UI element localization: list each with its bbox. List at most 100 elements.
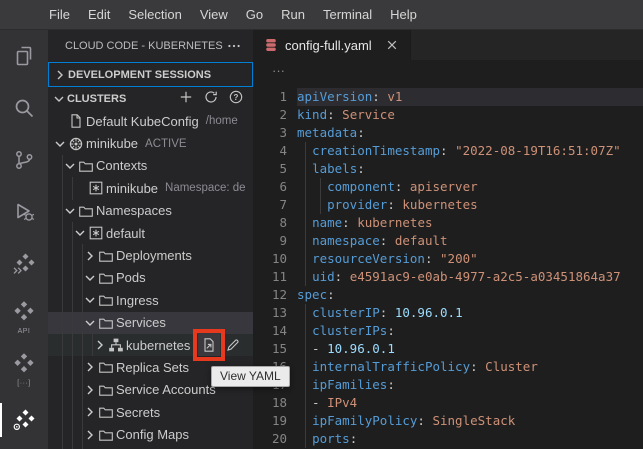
chevron-down-icon[interactable] [82, 315, 98, 331]
menu-view[interactable]: View [191, 0, 237, 29]
menu-edit[interactable]: Edit [79, 0, 119, 29]
code-line[interactable]: 16 internalTrafficPolicy: Cluster [253, 358, 643, 376]
code-text: namespace: default [297, 232, 643, 250]
indent-guide [72, 267, 73, 289]
tab-title: config-full.yaml [285, 38, 372, 53]
close-tab-icon[interactable] [384, 37, 400, 53]
code-line[interactable]: 9 namespace: default [253, 232, 643, 250]
code-line[interactable]: 3metadata: [253, 124, 643, 142]
code-line[interactable]: 15 - 10.96.0.1 [253, 340, 643, 358]
code-line[interactable]: 17 ipFamilies: [253, 376, 643, 394]
view-yaml-button[interactable] [198, 334, 220, 356]
chevron-down-icon[interactable] [52, 136, 68, 152]
section-development-sessions[interactable]: DEVELOPMENT SESSIONS [48, 62, 253, 87]
code-line[interactable]: 6 component: apiserver [253, 178, 643, 196]
tree-item-label: default [106, 226, 145, 241]
section-clusters[interactable]: CLUSTERS [48, 87, 253, 110]
code-line[interactable]: 1apiVersion: v1 [253, 88, 643, 106]
chevron-down-icon[interactable] [62, 203, 78, 219]
chevron-right-icon[interactable] [82, 382, 98, 398]
code-line[interactable]: 12spec: [253, 286, 643, 304]
tree-item-pods[interactable]: Pods [48, 267, 253, 289]
code-line[interactable]: 18 - IPv4 [253, 394, 643, 412]
menu-selection[interactable]: Selection [119, 0, 190, 29]
code-text: creationTimestamp: "2022-08-19T16:51:07Z… [297, 142, 643, 160]
clusters-action-help[interactable] [228, 89, 244, 108]
edit-button[interactable] [222, 334, 244, 356]
code-line[interactable]: 20 ports: [253, 430, 643, 448]
clusters-action-refresh[interactable] [203, 89, 219, 108]
activity-sub-label: [···] [0, 380, 48, 387]
line-number: 6 [253, 178, 287, 196]
tree-item-ingress[interactable]: Ingress [48, 289, 253, 311]
code-line[interactable]: 2kind: Service [253, 106, 643, 124]
indent-guide [82, 379, 83, 401]
chevron-right-icon[interactable] [92, 337, 108, 353]
i-chevron [72, 225, 88, 241]
tree-item-deployments[interactable]: Deployments [48, 244, 253, 266]
indent-guide [72, 423, 73, 445]
chevron-down-icon[interactable] [82, 270, 98, 286]
cloud-api-icon [12, 300, 36, 324]
code-text: - 10.96.0.1 [297, 340, 643, 358]
tree-item-config-maps[interactable]: Config Maps [48, 423, 253, 445]
tab-config-full-yaml[interactable]: config-full.yaml [253, 30, 411, 60]
tree-item-default-kubeconfig[interactable]: Default KubeConfig/home [48, 110, 253, 132]
chevron-right-icon[interactable] [52, 67, 68, 83]
view-yaml-icon [201, 337, 217, 353]
more-actions-icon[interactable] [226, 38, 242, 54]
code-line[interactable]: 13 clusterIP: 10.96.0.1 [253, 304, 643, 322]
line-number: 9 [253, 232, 287, 250]
code-line[interactable]: 11 uid: e4591ac9-e0ab-4977-a2c5-a0345186… [253, 268, 643, 286]
chevron-right-icon[interactable] [82, 404, 98, 420]
activity-cloud-code-kubernetes[interactable] [0, 394, 48, 446]
menu-run[interactable]: Run [272, 0, 314, 29]
code-line[interactable]: 4 creationTimestamp: "2022-08-19T16:51:0… [253, 142, 643, 160]
line-number: 11 [253, 268, 287, 286]
chevron-right-icon[interactable] [82, 248, 98, 264]
tree-item-services[interactable]: Services [48, 312, 253, 334]
i-chevron [82, 427, 98, 443]
tree-item-contexts[interactable]: Contexts [48, 155, 253, 177]
i-chevron [82, 248, 98, 264]
code-line[interactable]: 7 provider: kubernetes [253, 196, 643, 214]
line-number: 4 [253, 142, 287, 160]
activity-cloud-apis[interactable]: API [0, 290, 48, 342]
menu-terminal[interactable]: Terminal [314, 0, 381, 29]
tree-item-namespaces[interactable]: Namespaces [48, 200, 253, 222]
activity-secret-manager[interactable]: [···] [0, 342, 48, 394]
activity-run-and-debug[interactable] [0, 186, 48, 238]
tree-item-minikube[interactable]: minikubeACTIVE [48, 132, 253, 154]
activity-explorer[interactable] [0, 30, 48, 82]
code-line[interactable]: 14 clusterIPs: [253, 322, 643, 340]
tree-item-minikube[interactable]: minikubeNamespace: de [48, 177, 253, 199]
line-number: 2 [253, 106, 287, 124]
clusters-action-add-cluster[interactable] [178, 89, 194, 108]
code-line[interactable]: 5 labels: [253, 160, 643, 178]
code-line[interactable]: 19 ipFamilyPolicy: SingleStack [253, 412, 643, 430]
search-icon [12, 96, 36, 120]
chevron-down-icon[interactable] [51, 91, 67, 107]
chevron-down-icon[interactable] [62, 158, 78, 174]
code-line[interactable]: 10 resourceVersion: "200" [253, 250, 643, 268]
menu-help[interactable]: Help [381, 0, 426, 29]
menu-go[interactable]: Go [237, 0, 272, 29]
chevron-right-icon[interactable] [82, 427, 98, 443]
code-line[interactable]: 8 name: kubernetes [253, 214, 643, 232]
tree-item-secrets[interactable]: Secrets [48, 401, 253, 423]
folder-icon [98, 248, 116, 264]
menu-file[interactable]: File [40, 0, 79, 29]
tree-item-default[interactable]: default [48, 222, 253, 244]
code-area[interactable]: 1apiVersion: v12kind: Service3metadata:4… [253, 80, 643, 449]
breadcrumb[interactable]: ··· [253, 60, 643, 80]
indent-guide [62, 423, 63, 445]
line-number: 7 [253, 196, 287, 214]
activity-source-control[interactable] [0, 134, 48, 186]
chevron-right-icon[interactable] [82, 359, 98, 375]
chevron-down-icon[interactable] [82, 292, 98, 308]
activity-cloud-run[interactable] [0, 238, 48, 290]
chevron-down-icon[interactable] [72, 225, 88, 241]
activity-search[interactable] [0, 82, 48, 134]
breadcrumb-ellipsis[interactable]: ··· [272, 63, 285, 78]
tree-item-kubernetes[interactable]: kubernetes [48, 334, 253, 356]
